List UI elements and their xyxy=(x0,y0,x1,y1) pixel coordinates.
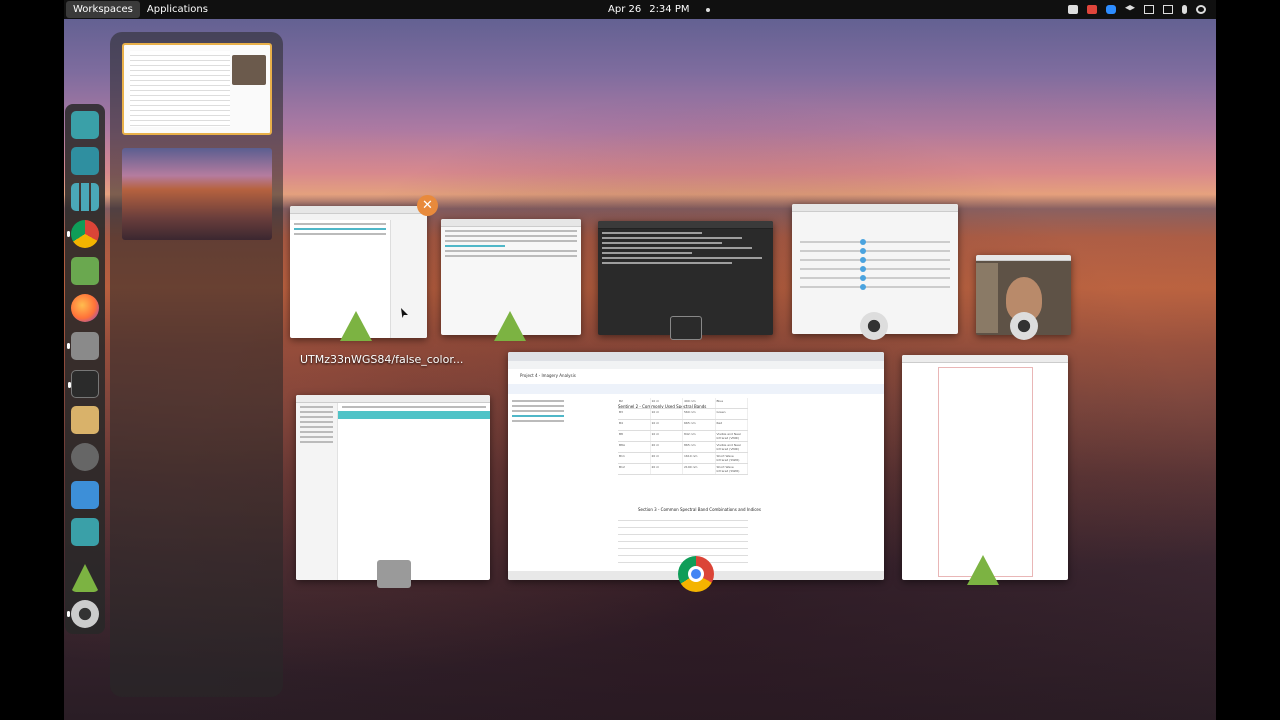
power-icon[interactable] xyxy=(1196,5,1206,14)
calculator-icon[interactable] xyxy=(71,257,99,285)
terminal-icon xyxy=(670,316,702,340)
table-cell: Visible and Near Infrared (VNIR) xyxy=(716,442,748,452)
table-row: B12 20 m 2190 nm Short Wave Infrared (SWIR) xyxy=(618,464,748,475)
table-cell: 20 m xyxy=(651,464,683,474)
bands-table: B2 10 m 490 nm Blue B3 10 m 560 nm Green B4 10 m6… xyxy=(618,398,748,475)
table-cell: 560 nm xyxy=(683,409,716,419)
window-chrome[interactable]: Project 4 - Imagery Analysis Sentinel 2 … xyxy=(508,352,884,580)
table-row: B8 10 m 842 nm Visible and Near Infrared (V… xyxy=(618,431,748,442)
workspace-strip xyxy=(110,32,283,697)
notification-dot xyxy=(705,7,710,12)
firefox-icon[interactable] xyxy=(71,294,99,322)
table-cell: 10 m xyxy=(651,409,683,419)
table-cell: Visible and Near Infrared (VNIR) xyxy=(716,431,748,441)
top-panel: Workspaces Applications Apr 26 2:34 PM xyxy=(64,0,1216,19)
workspaces-button[interactable]: Workspaces xyxy=(66,1,140,18)
table-cell: 10 m xyxy=(651,420,683,430)
table-cell: 665 nm xyxy=(683,420,716,430)
network-icon[interactable] xyxy=(1163,5,1173,14)
date-label: Apr 26 xyxy=(608,4,642,15)
running-indicator xyxy=(67,575,70,581)
files-icon[interactable] xyxy=(67,332,99,360)
chrome-tab-title: Project 4 - Imagery Analysis xyxy=(520,373,576,378)
running-indicator xyxy=(68,382,71,388)
table-cell: B4 xyxy=(618,420,651,430)
webcam-icon[interactable] xyxy=(67,600,99,628)
workspace-thumbnail-2[interactable] xyxy=(122,148,272,240)
webcam-icon xyxy=(1010,312,1038,340)
table-row: B4 10 m 665 nm Red xyxy=(618,420,748,431)
image-search-icon[interactable] xyxy=(71,111,99,139)
dropbox-icon[interactable] xyxy=(1125,5,1135,11)
table-cell: Blue xyxy=(716,398,748,408)
settings-icon[interactable] xyxy=(71,443,99,471)
files-icon xyxy=(377,560,411,588)
app-grid-icon[interactable] xyxy=(71,183,99,211)
window-map-layout[interactable] xyxy=(902,355,1068,580)
terminal-icon[interactable] xyxy=(68,370,99,398)
window-layout-icon[interactable] xyxy=(71,147,99,175)
workspace-preview-webcam xyxy=(232,55,266,85)
running-indicator xyxy=(67,231,70,237)
dash xyxy=(65,104,105,634)
table-cell: 20 m xyxy=(651,453,683,463)
doc-section2-title: Section 3 - Common Spectral Band Combina… xyxy=(638,507,761,512)
screenshot-icon[interactable] xyxy=(71,481,99,509)
right-border xyxy=(1216,0,1280,720)
time-label: 2:34 PM xyxy=(649,4,690,15)
table-cell: B8 xyxy=(618,431,651,441)
table-row: B3 10 m 560 nm Green xyxy=(618,409,748,420)
chrome-icon[interactable] xyxy=(67,220,99,248)
qgis-icon[interactable] xyxy=(71,564,99,592)
table-cell: 1610 nm xyxy=(683,453,716,463)
qgis-window-caption: UTMz33nWGS84/false_color... xyxy=(300,353,464,366)
table-cell: Short Wave Infrared (SWIR) xyxy=(716,453,748,463)
applications-button[interactable]: Applications xyxy=(140,1,215,18)
window-files[interactable] xyxy=(296,395,490,580)
table-cell: B3 xyxy=(618,409,651,419)
display-icon[interactable] xyxy=(1144,5,1154,14)
table-cell: 10 m xyxy=(651,431,683,441)
table-cell: B11 xyxy=(618,453,651,463)
webcam-icon xyxy=(860,312,888,340)
table-row: B11 20 m 1610 nm Short Wave Infrared (SWIR) xyxy=(618,453,748,464)
table-cell: B2 xyxy=(618,398,651,408)
table-cell: B12 xyxy=(618,464,651,474)
text-editor-icon[interactable] xyxy=(71,406,99,434)
table-cell: B8A xyxy=(618,442,651,452)
clock[interactable]: Apr 26 2:34 PM xyxy=(608,0,710,19)
image-viewer-icon[interactable] xyxy=(71,518,99,546)
chrome-icon xyxy=(678,556,714,592)
recording-icon[interactable] xyxy=(1087,5,1097,14)
table-cell: 20 m xyxy=(651,442,683,452)
system-tray[interactable] xyxy=(1068,0,1206,19)
table-row: B8A 20 m 865 nm Visible and Near Infrared (… xyxy=(618,442,748,453)
table-cell: 10 m xyxy=(651,398,683,408)
table-cell: 490 nm xyxy=(683,398,716,408)
workspace-preview-document xyxy=(130,51,230,127)
zoom-icon[interactable] xyxy=(1106,5,1116,14)
close-window-button[interactable]: ✕ xyxy=(417,195,438,216)
table-cell: 842 nm xyxy=(683,431,716,441)
table-cell: Red xyxy=(716,420,748,430)
table-cell: 2190 nm xyxy=(683,464,716,474)
table-row: B2 10 m 490 nm Blue xyxy=(618,398,748,409)
microphone-icon[interactable] xyxy=(1182,5,1187,14)
running-indicator xyxy=(67,343,70,349)
table-cell: 865 nm xyxy=(683,442,716,452)
table-cell: Green xyxy=(716,409,748,419)
table-cell: Short Wave Infrared (SWIR) xyxy=(716,464,748,474)
left-border xyxy=(0,0,64,720)
running-indicator xyxy=(67,611,70,617)
chat-icon[interactable] xyxy=(1068,5,1078,14)
workspace-thumbnail-1[interactable] xyxy=(122,43,272,135)
